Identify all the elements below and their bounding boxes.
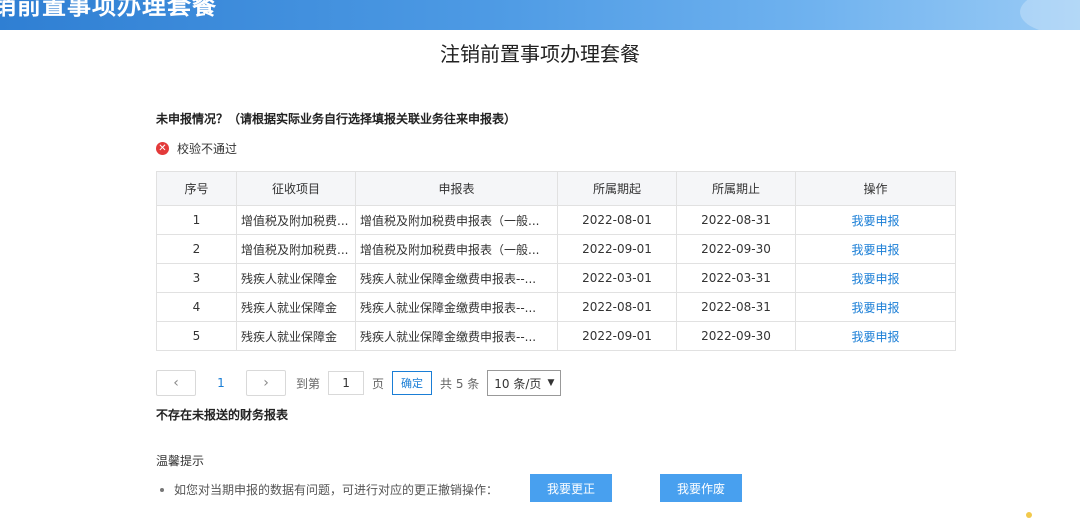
verify-status: ✕ 校验不通过 bbox=[156, 140, 237, 157]
cell-period-end: 2022-08-31 bbox=[676, 205, 796, 235]
goto-page-input[interactable] bbox=[328, 371, 365, 395]
corner-decoration bbox=[1026, 512, 1032, 518]
cell-item: 残疾人就业保障金 bbox=[236, 321, 356, 351]
correct-button[interactable]: 我要更正 bbox=[530, 474, 612, 502]
chevron-right-icon: › bbox=[263, 375, 269, 391]
cell-period-start: 2022-09-01 bbox=[557, 234, 677, 264]
cell-period-start: 2022-03-01 bbox=[557, 263, 677, 293]
page-number-current[interactable]: 1 bbox=[196, 376, 246, 390]
pagination: ‹ 1 › 到第 页 确定 共 5 条 10 条/页 ▼ bbox=[156, 370, 562, 396]
bullet-icon bbox=[160, 487, 164, 492]
error-circle-icon: ✕ bbox=[156, 142, 169, 155]
table-row: 4 残疾人就业保障金 残疾人就业保障金缴费申报表--... 2022-08-01… bbox=[156, 292, 956, 322]
table-row: 5 残疾人就业保障金 残疾人就业保障金缴费申报表--... 2022-09-01… bbox=[156, 321, 956, 351]
cell-index: 5 bbox=[156, 321, 237, 351]
cell-form: 残疾人就业保障金缴费申报表--... bbox=[355, 263, 558, 293]
dropdown-arrow-icon: ▼ bbox=[547, 378, 555, 388]
cell-action: 我要申报 bbox=[795, 234, 956, 264]
table-row: 2 增值税及附加税费... 增值税及附加税费申报表（一般... 2022-09-… bbox=[156, 234, 956, 264]
page-title: 注销前置事项办理套餐 bbox=[440, 42, 640, 66]
cell-period-end: 2022-09-30 bbox=[676, 234, 796, 264]
tips-text: 如您对当期申报的数据有问题，可进行对应的更正撤销操作： bbox=[174, 483, 499, 497]
column-header-period-end: 所属期止 bbox=[676, 171, 796, 206]
cell-item: 残疾人就业保障金 bbox=[236, 263, 356, 293]
table-row: 3 残疾人就业保障金 残疾人就业保障金缴费申报表--... 2022-03-01… bbox=[156, 263, 956, 293]
column-header-item: 征收项目 bbox=[236, 171, 356, 206]
cell-period-end: 2022-03-31 bbox=[676, 263, 796, 293]
cell-form: 残疾人就业保障金缴费申报表--... bbox=[355, 321, 558, 351]
cell-period-start: 2022-09-01 bbox=[557, 321, 677, 351]
prev-page-button[interactable]: ‹ bbox=[156, 370, 196, 396]
cell-period-end: 2022-08-31 bbox=[676, 292, 796, 322]
cell-action: 我要申报 bbox=[795, 292, 956, 322]
void-button[interactable]: 我要作废 bbox=[660, 474, 742, 502]
column-header-action: 操作 bbox=[795, 171, 956, 206]
cell-period-start: 2022-08-01 bbox=[557, 205, 677, 235]
table-header-row: 序号 征收项目 申报表 所属期起 所属期止 操作 bbox=[156, 171, 956, 206]
goto-confirm-button[interactable]: 确定 bbox=[392, 371, 433, 395]
financial-report-status: 不存在未报送的财务报表 bbox=[156, 408, 289, 422]
cell-form: 增值税及附加税费申报表（一般... bbox=[355, 234, 558, 264]
cell-index: 2 bbox=[156, 234, 237, 264]
declare-link[interactable]: 我要申报 bbox=[851, 301, 899, 315]
cell-item: 增值税及附加税费... bbox=[236, 234, 356, 264]
page-unit-label: 页 bbox=[372, 376, 385, 391]
banner-decoration bbox=[1020, 0, 1080, 30]
declare-link[interactable]: 我要申报 bbox=[851, 214, 899, 228]
goto-label: 到第 bbox=[296, 376, 321, 391]
total-count: 共 5 条 bbox=[440, 376, 480, 391]
cell-action: 我要申报 bbox=[795, 205, 956, 235]
cell-form: 残疾人就业保障金缴费申报表--... bbox=[355, 292, 558, 322]
cell-index: 3 bbox=[156, 263, 237, 293]
unreported-table: 序号 征收项目 申报表 所属期起 所属期止 操作 1 增值税及附加税费... 增… bbox=[156, 171, 956, 351]
cell-index: 4 bbox=[156, 292, 237, 322]
page-size-value: 10 条/页 bbox=[494, 376, 542, 391]
verify-status-text: 校验不通过 bbox=[177, 142, 238, 156]
cell-item: 增值税及附加税费... bbox=[236, 205, 356, 235]
page-size-select[interactable]: 10 条/页 ▼ bbox=[487, 370, 562, 396]
next-page-button[interactable]: › bbox=[246, 370, 286, 396]
table-row: 1 增值税及附加税费... 增值税及附加税费申报表（一般... 2022-08-… bbox=[156, 205, 956, 235]
cell-period-start: 2022-08-01 bbox=[557, 292, 677, 322]
header-banner: 销前置事项办理套餐 bbox=[0, 0, 1080, 30]
cell-item: 残疾人就业保障金 bbox=[236, 292, 356, 322]
cell-action: 我要申报 bbox=[795, 263, 956, 293]
cell-form: 增值税及附加税费申报表（一般... bbox=[355, 205, 558, 235]
declare-link[interactable]: 我要申报 bbox=[851, 243, 899, 257]
declare-link[interactable]: 我要申报 bbox=[851, 272, 899, 286]
column-header-form: 申报表 bbox=[355, 171, 558, 206]
chevron-left-icon: ‹ bbox=[173, 375, 179, 391]
banner-title: 销前置事项办理套餐 bbox=[0, 0, 217, 20]
cell-index: 1 bbox=[156, 205, 237, 235]
cell-action: 我要申报 bbox=[795, 321, 956, 351]
tips-title: 温馨提示 bbox=[156, 454, 205, 468]
tips-line: 如您对当期申报的数据有问题，可进行对应的更正撤销操作： bbox=[160, 481, 498, 498]
cell-period-end: 2022-09-30 bbox=[676, 321, 796, 351]
unreported-section-title: 未申报情况？（请根据实际业务自行选择填报关联业务往来申报表） bbox=[156, 112, 517, 126]
column-header-period-start: 所属期起 bbox=[557, 171, 677, 206]
column-header-index: 序号 bbox=[156, 171, 237, 206]
declare-link[interactable]: 我要申报 bbox=[851, 330, 899, 344]
